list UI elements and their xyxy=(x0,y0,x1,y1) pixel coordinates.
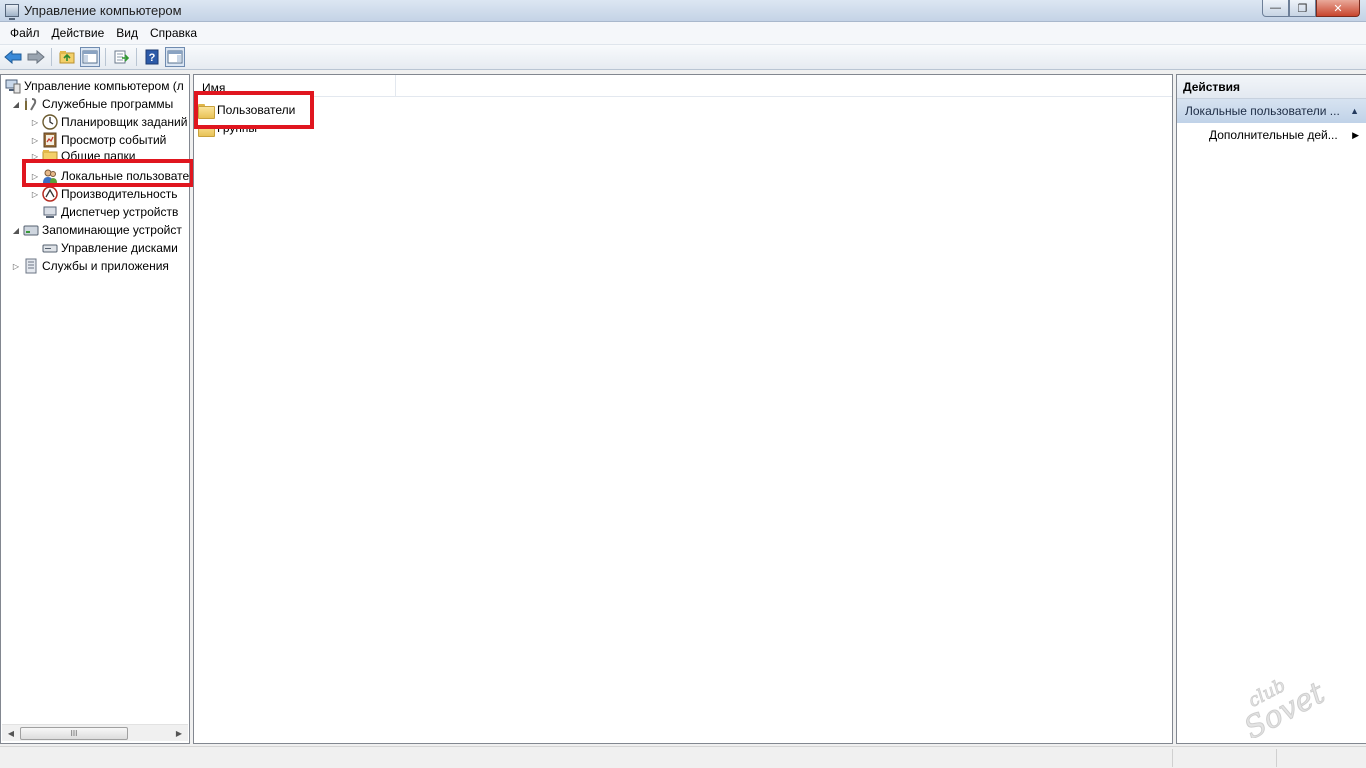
status-segment xyxy=(1173,749,1277,767)
tree-item-label: Управление дисками xyxy=(61,241,178,255)
tree-root-label: Управление компьютером (л xyxy=(24,79,184,93)
toolbar: ? xyxy=(0,44,1366,70)
computer-management-icon xyxy=(5,4,19,20)
actions-header: Действия xyxy=(1177,75,1366,99)
actions-pane: Действия Локальные пользователи ... ▲ До… xyxy=(1176,74,1366,744)
tree-item-shared-folders[interactable]: ▷ Общие папки xyxy=(30,149,136,163)
action-more-actions[interactable]: Дополнительные дей... ▶ xyxy=(1209,126,1359,144)
expand-arrow-icon[interactable]: ▷ xyxy=(30,117,40,127)
window-controls: — ❐ ✕ xyxy=(1262,0,1360,18)
menu-help[interactable]: Справка xyxy=(144,26,203,40)
tree-item-system-tools[interactable]: ◢ Служебные программы xyxy=(11,95,173,113)
list-item-users[interactable]: Пользователи xyxy=(198,101,295,119)
tree-horizontal-scrollbar[interactable]: ◀ III ▶ xyxy=(2,724,188,741)
clock-icon xyxy=(42,114,58,130)
menu-action[interactable]: Действие xyxy=(46,26,111,40)
up-folder-icon[interactable] xyxy=(57,47,77,67)
list-item-label: Пользователи xyxy=(217,103,296,117)
minimize-button[interactable]: — xyxy=(1262,0,1289,17)
services-icon xyxy=(23,258,39,274)
tools-icon xyxy=(23,96,39,112)
action-label: Дополнительные дей... xyxy=(1209,128,1338,142)
folder-icon xyxy=(198,121,215,137)
list-header: Имя xyxy=(194,75,1172,97)
users-icon xyxy=(42,168,58,184)
list-item-label: Группы xyxy=(217,121,257,135)
show-hide-action-pane-icon[interactable] xyxy=(165,47,185,67)
tree-root[interactable]: Управление компьютером (л xyxy=(5,77,184,95)
show-hide-tree-icon[interactable] xyxy=(80,47,100,67)
computer-management-icon xyxy=(5,78,21,94)
tree-item-performance[interactable]: ▷ Производительность xyxy=(30,185,177,203)
tree-item-label: Локальные пользовате xyxy=(61,169,190,183)
tree-item-label: Службы и приложения xyxy=(42,259,169,273)
expand-arrow-icon[interactable]: ▷ xyxy=(11,261,21,271)
tree-item-event-viewer[interactable]: ▷ Просмотр событий xyxy=(30,131,166,149)
close-button[interactable]: ✕ xyxy=(1316,0,1360,17)
tree-item-device-manager[interactable]: Диспетчер устройств xyxy=(30,203,178,221)
export-list-icon[interactable] xyxy=(111,47,131,67)
expand-arrow-icon[interactable]: ▷ xyxy=(30,135,40,145)
toolbar-separator xyxy=(51,48,52,66)
event-viewer-icon xyxy=(42,132,58,148)
tree-item-storage[interactable]: ◢ Запоминающие устройст xyxy=(11,221,182,239)
collapse-arrow-icon[interactable]: ◢ xyxy=(11,225,21,235)
expand-arrow-icon[interactable]: ▷ xyxy=(30,171,40,181)
back-arrow-icon[interactable] xyxy=(3,47,23,67)
scroll-right-arrow-icon[interactable]: ▶ xyxy=(172,727,186,740)
tree-item-task-scheduler[interactable]: ▷ Планировщик заданий xyxy=(30,113,187,131)
tree-item-label: Планировщик заданий xyxy=(61,115,188,129)
shared-folder-icon xyxy=(42,149,58,163)
collapse-caret-icon[interactable]: ▲ xyxy=(1350,99,1359,123)
disk-icon xyxy=(42,240,58,256)
storage-icon xyxy=(23,222,39,238)
tree-item-label: Служебные программы xyxy=(42,97,174,111)
scroll-left-arrow-icon[interactable]: ◀ xyxy=(4,727,18,740)
status-segment xyxy=(0,749,1173,767)
tree-item-label: Диспетчер устройств xyxy=(61,205,179,219)
submenu-arrow-icon: ▶ xyxy=(1352,130,1359,140)
tree-item-label: Просмотр событий xyxy=(61,133,167,147)
help-icon[interactable]: ? xyxy=(142,47,162,67)
result-pane[interactable]: Имя Пользователи Группы xyxy=(193,74,1173,744)
toolbar-separator xyxy=(105,48,106,66)
no-expander xyxy=(30,207,40,217)
folder-icon xyxy=(198,103,215,119)
forward-arrow-icon[interactable] xyxy=(26,47,46,67)
tree-item-label: Запоминающие устройст xyxy=(42,223,182,237)
tree-item-disk-management[interactable]: Управление дисками xyxy=(30,239,178,257)
maximize-button[interactable]: ❐ xyxy=(1289,0,1316,17)
expand-arrow-icon[interactable]: ▷ xyxy=(30,151,40,161)
tree-item-local-users[interactable]: ▷ Локальные пользовате xyxy=(30,167,189,185)
console-tree-pane[interactable]: Управление компьютером (л ◢ Служебные пр… xyxy=(0,74,190,744)
tree-item-services-apps[interactable]: ▷ Службы и приложения xyxy=(11,257,169,275)
toolbar-separator xyxy=(136,48,137,66)
list-item-groups[interactable]: Группы xyxy=(198,119,257,137)
actions-section-local-users[interactable]: Локальные пользователи ... ▲ xyxy=(1177,99,1366,123)
expand-arrow-icon[interactable]: ▷ xyxy=(30,189,40,199)
scroll-thumb[interactable]: III xyxy=(20,727,128,740)
performance-icon xyxy=(42,186,58,202)
title-bar: Управление компьютером — ❐ ✕ xyxy=(0,0,1366,22)
no-expander xyxy=(30,243,40,253)
menu-bar: Файл Действие Вид Справка xyxy=(0,22,1366,44)
window-title: Управление компьютером xyxy=(24,3,182,18)
status-bar xyxy=(0,746,1366,768)
device-manager-icon xyxy=(42,204,58,220)
tree-item-label: Производительность xyxy=(61,187,178,201)
collapse-arrow-icon[interactable]: ◢ xyxy=(11,99,21,109)
menu-file[interactable]: Файл xyxy=(4,26,46,40)
actions-section-label: Локальные пользователи ... xyxy=(1185,104,1340,118)
menu-view[interactable]: Вид xyxy=(110,26,144,40)
column-name[interactable]: Имя xyxy=(194,75,396,97)
svg-text:?: ? xyxy=(149,52,156,64)
tree-item-label: Общие папки xyxy=(61,149,136,163)
